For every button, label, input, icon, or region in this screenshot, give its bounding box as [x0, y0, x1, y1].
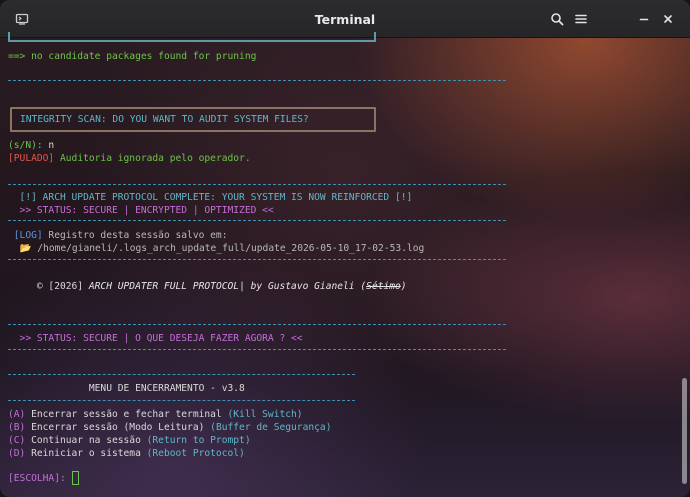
option-text: Encerrar sessão (Modo Leitura) — [25, 422, 211, 433]
separator-rule — [8, 220, 506, 221]
new-tab-button[interactable] — [10, 7, 34, 31]
log-path: /home/gianeli/.logs_arch_update_full/upd… — [31, 243, 425, 254]
log-path-line: 📂 /home/gianeli/.logs_arch_update_full/u… — [8, 242, 425, 255]
menu-option-c[interactable]: (C) Continuar na sessão (Return to Promp… — [8, 434, 251, 447]
log-text: Registro desta sessão salvo em: — [42, 230, 228, 241]
credit-signature: Sétimo — [366, 281, 401, 292]
close-icon — [664, 15, 672, 23]
credit-end: ) — [400, 281, 407, 292]
option-key: (C) — [8, 435, 26, 446]
terminal-output[interactable]: ==> no candidate packages found for prun… — [8, 32, 678, 497]
separator-rule — [8, 259, 506, 260]
option-key: (B) — [8, 422, 26, 433]
option-text: Continuar na sessão — [25, 435, 147, 446]
option-hint: (Buffer de Segurança) — [210, 422, 332, 433]
separator-rule — [8, 80, 506, 81]
separator-rule — [8, 349, 506, 350]
menu-option-d[interactable]: (D) Reiniciar o sistema (Reboot Protocol… — [8, 447, 245, 460]
log-line: [LOG] Registro desta sessão salvo em: — [8, 229, 228, 242]
terminal-cursor[interactable] — [72, 471, 79, 485]
option-key: (A) — [8, 409, 26, 420]
prompt-arrow: ==> — [8, 51, 26, 62]
integrity-prompt: INTEGRITY SCAN: DO YOU WANT TO AUDIT SYS… — [20, 114, 309, 125]
option-hint: (Return to Prompt) — [146, 435, 251, 446]
menu-option-b[interactable]: (B) Encerrar sessão (Modo Leitura) (Buff… — [8, 421, 331, 434]
menu-rule-bottom — [8, 400, 355, 401]
status2-line: >> STATUS: SECURE | O QUE DESEJA FAZER A… — [8, 333, 303, 344]
option-hint: (Kill Switch) — [227, 409, 303, 420]
credit-by: | by Gustavo Gianeli ( — [239, 281, 367, 292]
previous-box-bottom — [8, 32, 376, 42]
close-button[interactable] — [656, 7, 680, 31]
search-icon — [551, 13, 564, 26]
skipped-text: Auditoria ignorada pelo operador. — [54, 153, 251, 164]
yn-line: (s/N): n — [8, 139, 54, 152]
scrollbar-thumb[interactable] — [682, 378, 687, 484]
credit-prefix: © [2026] — [8, 281, 89, 292]
terminal-window: Terminal ==> no candidate packages found — [0, 0, 690, 497]
credit-line: © [2026] ARCH UPDATER FULL PROTOCOL| by … — [8, 280, 407, 293]
option-text: Encerrar sessão e fechar terminal — [25, 409, 228, 420]
menu-option-a[interactable]: (A) Encerrar sessão e fechar terminal (K… — [8, 408, 303, 421]
option-hint: (Reboot Protocol) — [146, 448, 245, 459]
choice-prompt: [ESCOLHA]: — [8, 473, 66, 484]
separator-rule — [8, 184, 506, 185]
yn-prompt: (s/N): — [8, 140, 43, 151]
status-line: >> STATUS: SECURE | ENCRYPTED | OPTIMIZE… — [8, 205, 274, 216]
search-button[interactable] — [545, 7, 569, 31]
minimize-button[interactable] — [632, 7, 656, 31]
option-text: Reiniciar o sistema — [25, 448, 147, 459]
yn-answer: n — [42, 140, 55, 151]
hamburger-menu-icon — [575, 14, 587, 24]
menu-button[interactable] — [569, 7, 593, 31]
credit-title: ARCH UPDATER FULL PROTOCOL — [88, 281, 240, 292]
menu-rule-top — [8, 374, 355, 375]
log-tag: [LOG] — [8, 230, 43, 241]
prune-line: ==> no candidate packages found for prun… — [8, 50, 256, 63]
folder-icon: 📂 — [8, 243, 32, 254]
separator-rule — [8, 324, 506, 325]
skipped-line: [PULADO] Auditoria ignorada pelo operado… — [8, 152, 251, 165]
minimize-icon — [639, 18, 649, 21]
terminal-icon — [15, 13, 29, 25]
skipped-tag: [PULADO] — [8, 153, 55, 164]
complete-line: [!] ARCH UPDATE PROTOCOL COMPLETE: YOUR … — [8, 192, 413, 203]
prune-text: no candidate packages found for pruning — [25, 51, 257, 62]
menu-title: MENU DE ENCERRAMENTO - v3.8 — [8, 383, 245, 394]
option-key: (D) — [8, 448, 26, 459]
